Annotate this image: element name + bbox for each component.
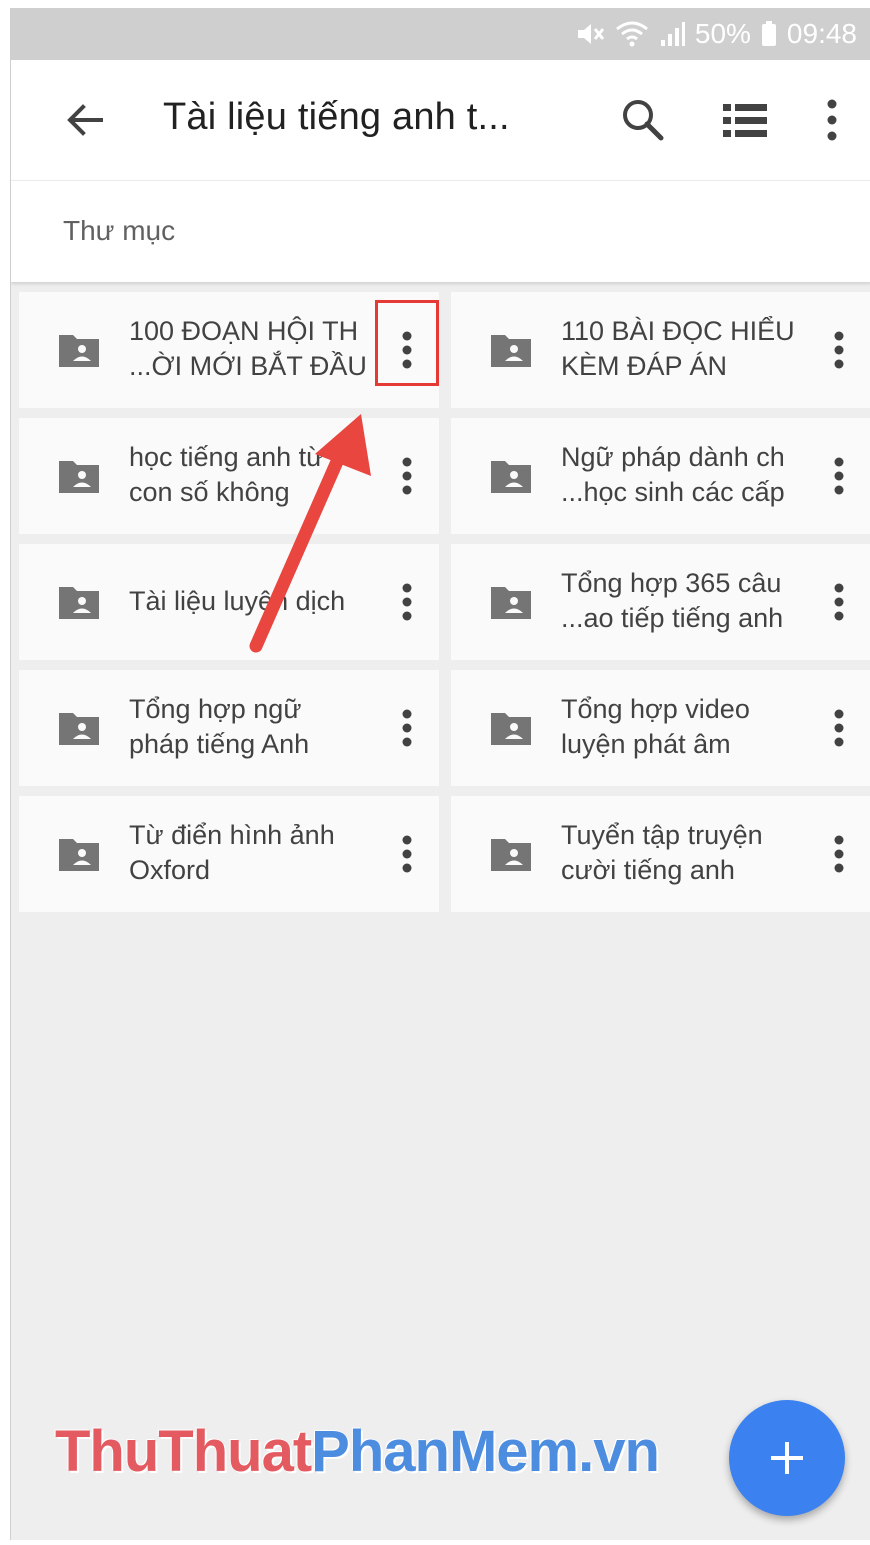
folder-name: học tiếng anh từ con số không [129, 442, 325, 507]
folder-card[interactable]: học tiếng anh từ con số không [19, 418, 439, 534]
folder-name: Tài liệu luyện dịch [129, 586, 346, 616]
battery-percent: 50% [694, 18, 751, 49]
shared-folder-icon [57, 583, 101, 621]
clock: 09:48 [786, 18, 857, 49]
shared-folder-icon [489, 709, 533, 747]
folder-more-icon[interactable] [811, 442, 867, 510]
folder-more-icon[interactable] [811, 568, 867, 636]
folder-card[interactable]: 110 BÀI ĐỌC HIỂU KÈM ĐÁP ÁN [451, 292, 870, 408]
folder-name: Ngữ pháp dành ch ...học sinh các cấp [561, 442, 785, 507]
section-header: Thư mục [11, 180, 870, 282]
folder-name: 100 ĐOẠN HỘI TH ...ỜI MỚI BẮT ĐẦU [129, 316, 367, 381]
list-view-icon[interactable] [721, 100, 769, 140]
folder-name: Tổng hợp ngữ pháp tiếng Anh [129, 694, 310, 759]
shared-folder-icon [57, 835, 101, 873]
wifi-icon [615, 20, 649, 48]
folder-card[interactable]: Tổng hợp video luyện phát âm [451, 670, 870, 786]
app-screen: 50% 09:48 Tài liệu tiếng anh t... Thư mụ… [10, 8, 870, 1540]
shared-folder-icon [489, 835, 533, 873]
folder-card[interactable]: Tuyển tập truyện cười tiếng anh [451, 796, 870, 912]
folder-more-icon[interactable] [811, 820, 867, 888]
shared-folder-icon [489, 457, 533, 495]
folder-more-icon[interactable] [379, 568, 435, 636]
more-vert-icon[interactable] [819, 96, 845, 144]
shared-folder-icon [57, 709, 101, 747]
shared-folder-icon [489, 583, 533, 621]
back-arrow-icon[interactable] [63, 98, 107, 142]
shared-folder-icon [489, 331, 533, 369]
status-bar: 50% 09:48 [11, 8, 870, 60]
folder-name: Từ điển hình ảnh Oxford [129, 820, 335, 885]
folder-more-icon[interactable] [379, 820, 435, 888]
plus-icon [771, 1442, 803, 1474]
folder-more-icon[interactable] [811, 694, 867, 762]
watermark-part2: PhanMem.vn [311, 1419, 660, 1484]
mute-icon [575, 20, 605, 48]
folder-name: 110 BÀI ĐỌC HIỂU KÈM ĐÁP ÁN [561, 316, 795, 381]
folder-card[interactable]: Tổng hợp 365 câu ...ao tiếp tiếng anh [451, 544, 870, 660]
folder-card[interactable]: Tổng hợp ngữ pháp tiếng Anh [19, 670, 439, 786]
battery-icon [761, 20, 777, 48]
folder-more-icon[interactable] [379, 316, 435, 384]
watermark-part1: ThuThuat [55, 1419, 312, 1484]
folder-card[interactable]: Từ điển hình ảnh Oxford [19, 796, 439, 912]
signal-icon [659, 20, 685, 48]
page-title: Tài liệu tiếng anh t... [163, 96, 510, 138]
app-bar: Tài liệu tiếng anh t... [11, 60, 870, 180]
folder-more-icon[interactable] [379, 694, 435, 762]
folder-card[interactable]: 100 ĐOẠN HỘI TH ...ỜI MỚI BẮT ĐẦU [19, 292, 439, 408]
folder-card[interactable]: Tài liệu luyện dịch [19, 544, 439, 660]
folder-more-icon[interactable] [379, 442, 435, 510]
add-fab-button[interactable] [729, 1400, 845, 1516]
folder-name: Tổng hợp video luyện phát âm [561, 694, 750, 759]
watermark: ThuThuatPhanMem.vn [55, 1418, 660, 1485]
folder-name: Tổng hợp 365 câu ...ao tiếp tiếng anh [561, 568, 784, 633]
folder-name: Tuyển tập truyện cười tiếng anh [561, 820, 763, 885]
search-icon[interactable] [619, 96, 667, 144]
shared-folder-icon [57, 457, 101, 495]
shared-folder-icon [57, 331, 101, 369]
folder-card[interactable]: Ngữ pháp dành ch ...học sinh các cấp [451, 418, 870, 534]
section-label: Thư mục [63, 215, 176, 246]
folder-more-icon[interactable] [811, 316, 867, 384]
